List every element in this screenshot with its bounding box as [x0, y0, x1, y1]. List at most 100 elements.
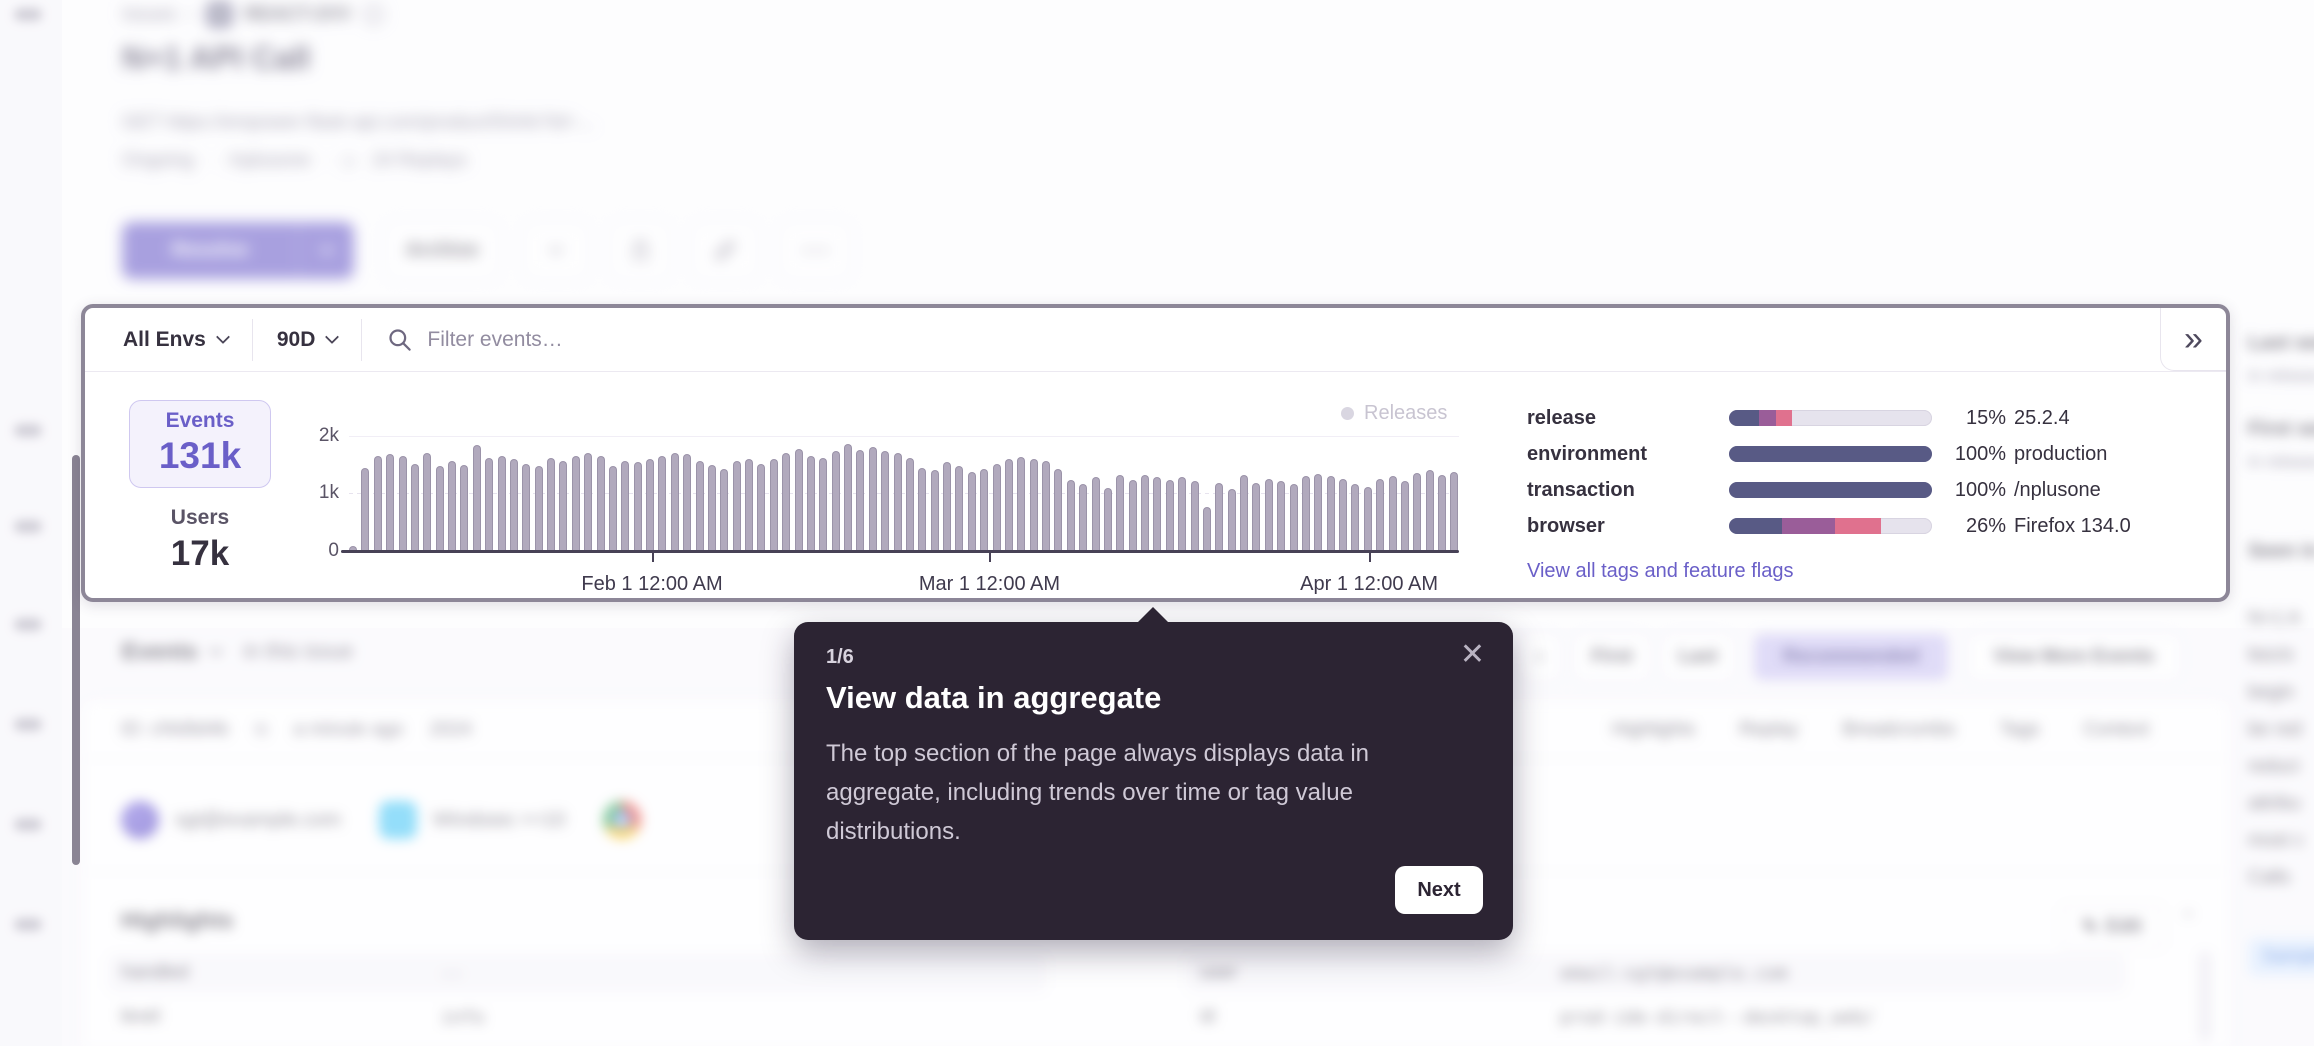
chart-bar	[968, 472, 976, 551]
close-icon[interactable]: ✕	[1460, 640, 1485, 670]
chart-bar	[1252, 483, 1260, 551]
tag-bar-segment	[1776, 410, 1792, 426]
chart-bar	[993, 464, 1001, 551]
tour-step-counter: 1/6	[826, 646, 854, 669]
chart-bar	[943, 462, 951, 551]
chart-bar	[1413, 473, 1421, 551]
chart-bar	[361, 468, 369, 551]
chart-bar	[1030, 459, 1038, 551]
chart-bar	[634, 462, 642, 551]
chart-bar	[1265, 479, 1273, 551]
view-all-tags-link[interactable]: View all tags and feature flags	[1527, 560, 1793, 583]
chart-bar	[522, 464, 530, 551]
chart-bar	[1438, 475, 1446, 551]
chart-bar	[1129, 480, 1137, 551]
tour-next-button[interactable]: Next	[1395, 866, 1483, 914]
chart-bar	[906, 458, 914, 551]
y-axis-label: 1k	[295, 482, 339, 504]
chart-bar	[1228, 489, 1236, 551]
axis-tick	[652, 553, 654, 562]
chart-bars	[349, 436, 1459, 551]
chart-bar	[374, 456, 382, 551]
chart-bar	[1364, 487, 1372, 551]
tag-row[interactable]: release 15% 25.2.4	[1527, 400, 2207, 436]
chart-bar	[1314, 474, 1322, 551]
tag-bar-segment	[1729, 410, 1759, 426]
chart-bar	[683, 454, 691, 551]
chart-bar	[1215, 483, 1223, 551]
chart-bar	[448, 461, 456, 551]
chart-bar	[609, 466, 617, 551]
chart-bar	[757, 464, 765, 551]
chart-bar	[510, 459, 518, 551]
chart-bar	[386, 454, 394, 551]
chart-bar	[708, 465, 716, 551]
tag-value: 100% /nplusone	[1944, 479, 2207, 502]
aggregate-data-panel: All Envs 90D » Events 131k Users 17k	[81, 304, 2230, 602]
chart-bar	[671, 453, 679, 551]
chart-bar	[535, 466, 543, 551]
chevron-down-icon	[216, 329, 230, 343]
chart-bar	[856, 450, 864, 551]
page-scrollbar-thumb[interactable]	[72, 455, 80, 865]
chart-bar	[807, 456, 815, 551]
events-stat-label: Events	[130, 409, 270, 433]
date-range-selector[interactable]: 90D	[277, 328, 338, 352]
tag-row[interactable]: transaction 100% /nplusone	[1527, 472, 2207, 508]
chart-bar	[720, 469, 728, 551]
x-axis-tick-label: Mar 1 12:00 AM	[919, 573, 1060, 596]
chart-bar	[399, 456, 407, 551]
y-axis-label: 2k	[295, 425, 339, 447]
events-stat-toggle[interactable]: Events 131k	[129, 400, 271, 488]
environment-selector[interactable]: All Envs	[123, 328, 228, 352]
chart-x-axis: Feb 1 12:00 AMMar 1 12:00 AMApr 1 12:00 …	[349, 551, 1459, 601]
chart-bar	[1153, 477, 1161, 551]
tag-bar-segment	[1782, 518, 1835, 534]
chart-bar	[646, 459, 654, 551]
tag-bar-segment	[1729, 482, 1932, 498]
chart-bar	[1203, 507, 1211, 551]
chart-bar	[547, 458, 555, 551]
chart-bar	[782, 453, 790, 551]
tag-key: environment	[1527, 443, 1729, 466]
chart-bar	[1092, 477, 1100, 551]
chart-bar	[1067, 480, 1075, 551]
releases-legend-toggle[interactable]: Releases	[1341, 402, 1447, 425]
chart-bar	[1426, 470, 1434, 551]
users-stat-toggle[interactable]: Users 17k	[129, 506, 271, 574]
chart-bar	[1302, 476, 1310, 551]
chart-bar	[931, 470, 939, 551]
tag-value: 26% Firefox 134.0	[1944, 515, 2207, 538]
chart-bar	[436, 466, 444, 551]
tag-distribution-panel: release 15% 25.2.4 environment 100% prod…	[1527, 400, 2207, 544]
chart-bar	[819, 458, 827, 551]
tag-percent: 26%	[1944, 515, 2006, 538]
chart-bar	[1327, 476, 1335, 551]
tag-row[interactable]: environment 100% production	[1527, 436, 2207, 472]
tag-percent: 100%	[1944, 479, 2006, 502]
tag-row[interactable]: browser 26% Firefox 134.0	[1527, 508, 2207, 544]
chart-bar	[844, 444, 852, 551]
tag-key: release	[1527, 407, 1729, 430]
events-bar-chart: Feb 1 12:00 AMMar 1 12:00 AMApr 1 12:00 …	[349, 436, 1459, 551]
chart-bar	[1166, 480, 1174, 551]
chart-bar	[696, 461, 704, 551]
tag-value: 100% production	[1944, 443, 2207, 466]
tag-top-value: /nplusone	[2014, 479, 2101, 502]
chart-bar	[955, 466, 963, 551]
expand-sidebar-button[interactable]: »	[2160, 308, 2226, 371]
chart-bar	[1042, 461, 1050, 551]
users-stat-label: Users	[129, 506, 271, 530]
chart-bar	[980, 469, 988, 551]
chart-bar	[832, 451, 840, 551]
chart-bar	[1277, 481, 1285, 551]
tag-distribution-bar	[1729, 518, 1932, 534]
chart-bar	[1141, 475, 1149, 551]
chart-bar	[411, 464, 419, 551]
x-axis-tick-label: Apr 1 12:00 AM	[1300, 573, 1438, 596]
tour-body-text: The top section of the page always displ…	[826, 734, 1446, 851]
filter-events-input[interactable]	[427, 328, 2226, 352]
tag-bar-segment	[1835, 518, 1882, 534]
axis-tick	[1369, 553, 1371, 562]
chart-bar	[869, 447, 877, 551]
